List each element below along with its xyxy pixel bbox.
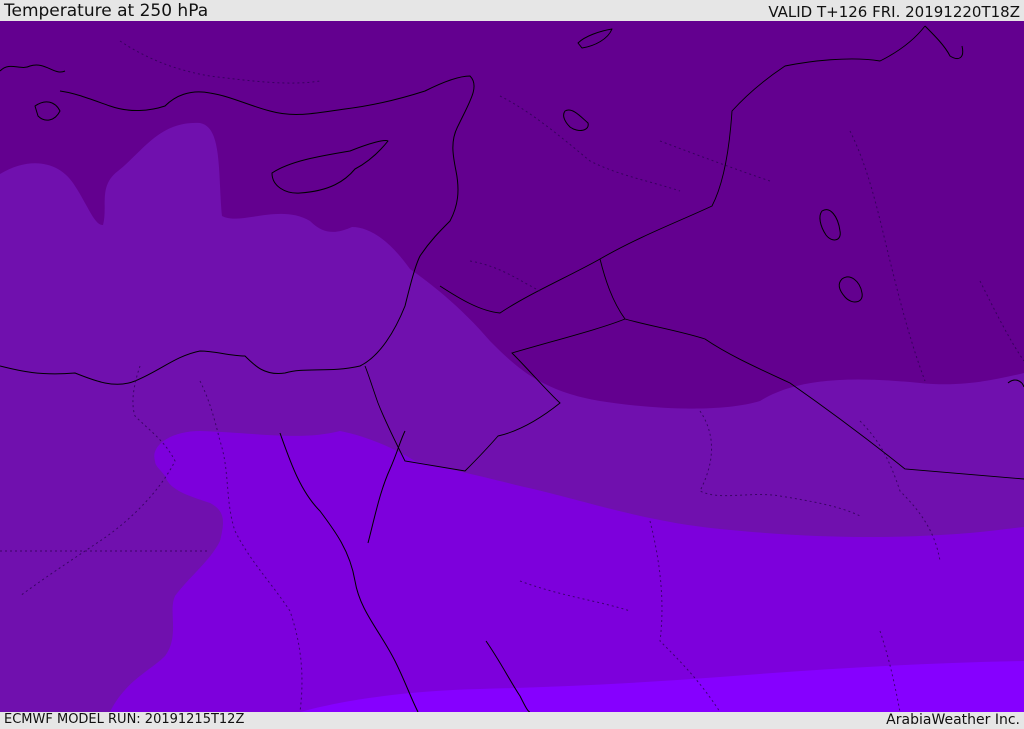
valid-time: VALID T+126 FRI. 20191220T18Z	[768, 3, 1020, 21]
header-bar: Temperature at 250 hPa VALID T+126 FRI. …	[0, 0, 1024, 21]
credit: ArabiaWeather Inc.	[886, 712, 1020, 728]
temperature-map[interactable]	[0, 21, 1024, 712]
model-run: ECMWF MODEL RUN: 20191215T12Z	[4, 712, 245, 727]
map-title: Temperature at 250 hPa	[4, 1, 209, 21]
map-svg	[0, 21, 1024, 712]
footer-bar: ECMWF MODEL RUN: 20191215T12Z ArabiaWeat…	[0, 712, 1024, 729]
